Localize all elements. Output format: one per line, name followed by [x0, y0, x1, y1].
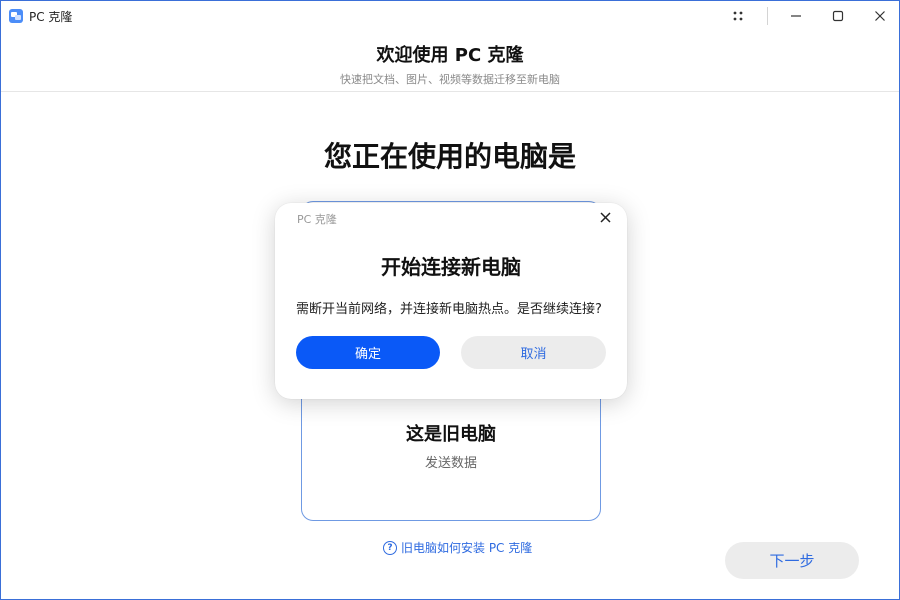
header-divider [1, 91, 899, 92]
minimize-button[interactable] [779, 1, 813, 31]
close-icon [599, 211, 611, 223]
title-bar: PC 克隆 [1, 1, 899, 31]
option-card-subtitle: 发送数据 [424, 456, 477, 471]
connect-dialog: PC 克隆 开始连接新电脑 需断开当前网络，并连接新电脑热点。是否继续连接? 确… [275, 203, 627, 399]
minimize-icon [791, 15, 801, 17]
dialog-app-name: PC 克隆 [297, 213, 337, 226]
dots-grid-icon [733, 11, 743, 21]
main-heading: 您正在使用的电脑是 [323, 140, 576, 173]
maximize-button[interactable] [821, 1, 855, 31]
dialog-close-button[interactable] [597, 209, 613, 225]
close-window-button[interactable] [863, 1, 897, 31]
confirm-button[interactable]: 确定 [296, 336, 440, 369]
cancel-button[interactable]: 取消 [461, 336, 606, 369]
option-card-title: 这是旧电脑 [406, 424, 496, 445]
close-icon [875, 11, 885, 21]
dialog-message: 需断开当前网络，并连接新电脑热点。是否继续连接? [296, 302, 602, 317]
app-window: PC 克隆 欢迎使用 PC 克隆 快速把文档、图片、视频等数据迁移至新电脑 您正… [0, 0, 900, 600]
maximize-icon [832, 10, 844, 22]
title-bar-separator [767, 7, 768, 25]
window-title: PC 克隆 [29, 10, 73, 24]
install-help-link[interactable]: ? 旧电脑如何安装 PC 克隆 [383, 539, 532, 556]
header-subtitle: 快速把文档、图片、视频等数据迁移至新电脑 [340, 73, 560, 86]
more-options-button[interactable] [721, 1, 755, 31]
help-icon: ? [383, 540, 397, 555]
next-button[interactable]: 下一步 [725, 542, 859, 579]
help-link-label: 旧电脑如何安装 PC 克隆 [401, 541, 533, 555]
header-title: 欢迎使用 PC 克隆 [376, 45, 524, 66]
dialog-title: 开始连接新电脑 [381, 255, 521, 279]
app-logo-icon [9, 9, 23, 23]
